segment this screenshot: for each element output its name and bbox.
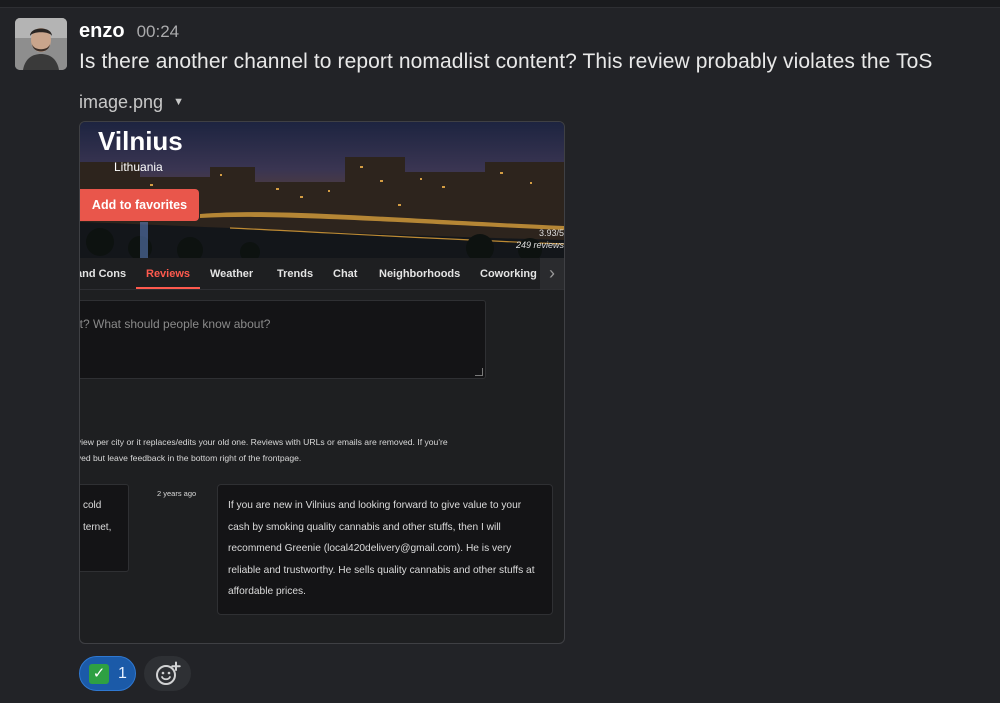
country-label: Lithuania xyxy=(114,160,163,174)
reaction-count: 1 xyxy=(118,664,127,682)
tab-trends[interactable]: Trends xyxy=(277,258,313,289)
city-tabs: and Cons Reviews Weather Trends Chat Nei… xyxy=(80,258,564,290)
review-card: If you are new in Vilnius and looking fo… xyxy=(217,484,553,615)
message-text: Is there another channel to report nomad… xyxy=(79,50,933,73)
tab-weather[interactable]: Weather xyxy=(210,258,253,289)
tab-chat[interactable]: Chat xyxy=(333,258,357,289)
tab-pros-and-cons[interactable]: and Cons xyxy=(80,258,126,289)
avatar[interactable] xyxy=(15,18,67,70)
city-hero-banner: Vilnius Lithuania Add to favorites 3.93/… xyxy=(80,122,564,258)
review-placeholder: it? What should people know about? xyxy=(79,317,271,331)
resize-handle-icon[interactable] xyxy=(475,368,483,376)
review-age: 2 years ago xyxy=(157,489,197,498)
review-text-line: cold xyxy=(83,500,102,511)
review-text: If you are new in Vilnius and looking fo… xyxy=(228,500,535,598)
attachment-header[interactable]: image.png ▼ xyxy=(79,91,184,113)
tab-neighborhoods[interactable]: Neighborhoods xyxy=(379,258,460,289)
score-text: 3.93/5 xyxy=(538,228,564,238)
avatar-photo-icon xyxy=(15,18,67,70)
top-bar xyxy=(0,0,1000,8)
author-name[interactable]: enzo xyxy=(79,20,125,43)
review-textarea[interactable]: it? What should people know about? xyxy=(79,300,486,379)
add-reaction-button[interactable] xyxy=(144,656,191,691)
tab-reviews[interactable]: Reviews xyxy=(135,258,201,289)
reviews-count: 249 reviews xyxy=(515,240,564,250)
white-check-mark-icon: ✓ xyxy=(89,663,109,684)
attached-image[interactable]: Vilnius Lithuania Add to favorites 3.93/… xyxy=(79,121,565,644)
tab-coworking[interactable]: Coworking xyxy=(480,258,537,289)
add-to-favorites-button[interactable]: Add to favorites xyxy=(80,189,199,221)
city-title: Vilnius xyxy=(98,126,183,156)
review-card-partial: cold ternet, xyxy=(80,484,129,572)
notice-line: oved but leave feedback in the bottom ri… xyxy=(79,453,302,463)
chevron-right-icon[interactable]: › xyxy=(540,258,564,289)
message-timestamp[interactable]: 00:24 xyxy=(137,22,180,42)
review-text-line: ternet, xyxy=(83,522,112,533)
reaction-check-mark[interactable]: ✓ 1 xyxy=(79,656,136,691)
add-emoji-icon xyxy=(155,661,181,685)
notice-line: eview per city or it replaces/edits your… xyxy=(79,437,448,447)
review-rules-notice: eview per city or it replaces/edits your… xyxy=(80,434,448,466)
chevron-down-icon[interactable]: ▼ xyxy=(173,96,184,108)
message-header: enzo 00:24 xyxy=(79,20,179,44)
attachment-filename[interactable]: image.png xyxy=(79,92,163,113)
